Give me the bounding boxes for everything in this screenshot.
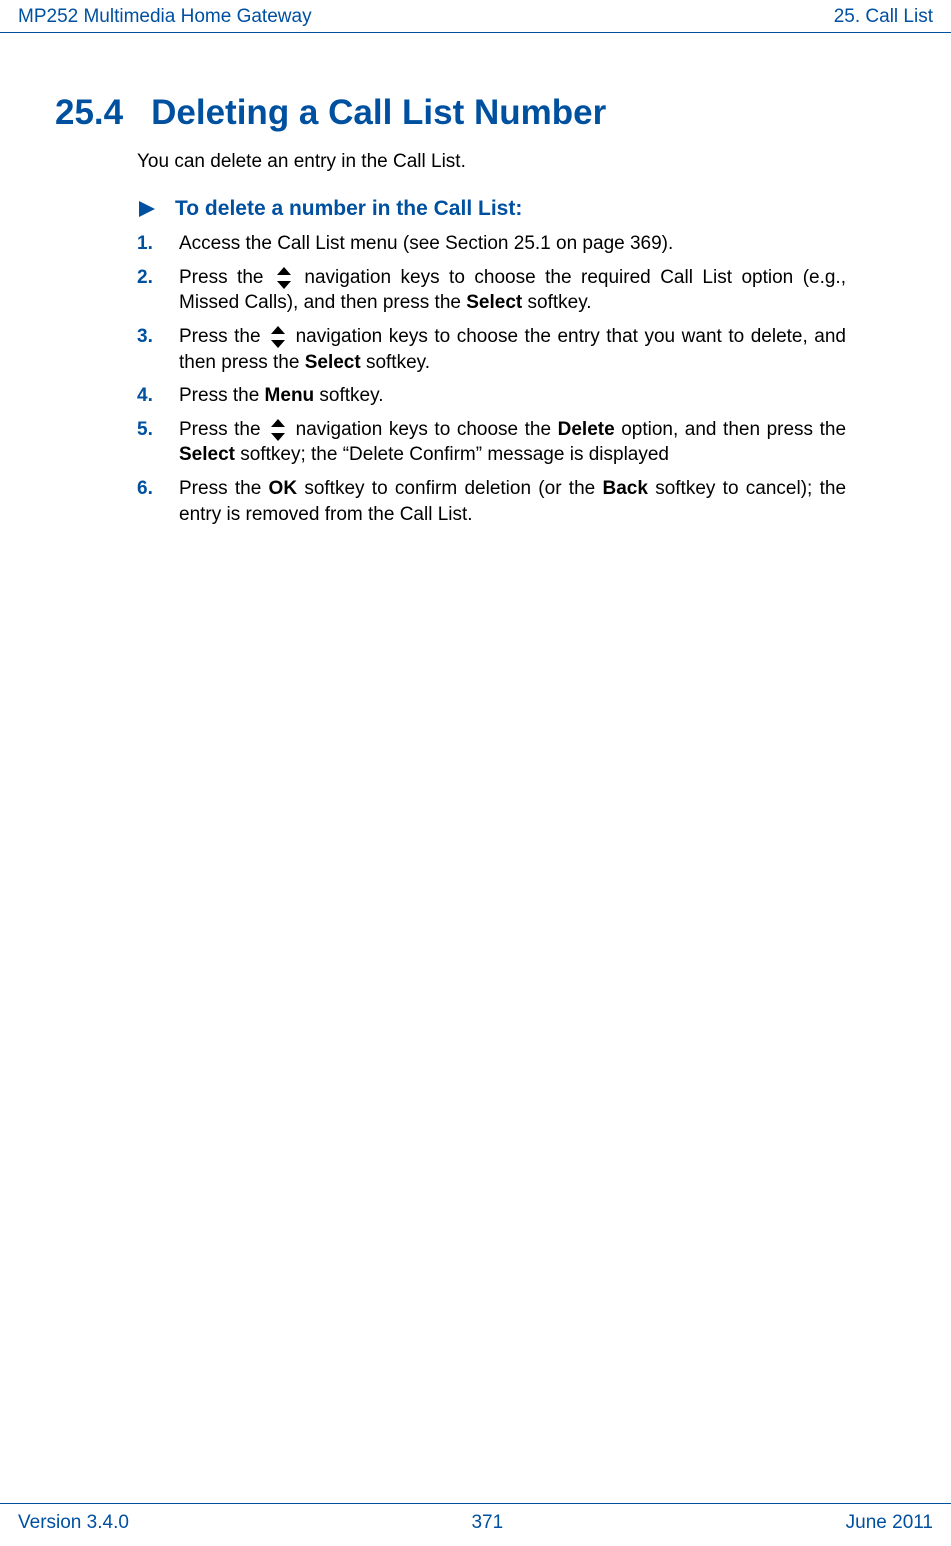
step-body: Press the OK softkey to confirm deletion… (179, 476, 846, 527)
nav-up-down-icon (275, 266, 293, 290)
procedure-heading: To delete a number in the Call List: (137, 197, 901, 221)
step-number: 3. (137, 324, 179, 350)
step-4: 4. Press the Menu softkey. (137, 383, 846, 409)
step-3: 3. Press the navigation keys to choose t… (137, 324, 846, 375)
step-body: Access the Call List menu (see Section 2… (179, 231, 846, 257)
step-6: 6. Press the OK softkey to confirm delet… (137, 476, 846, 527)
header-right: 25. Call List (834, 6, 933, 28)
section-title: Deleting a Call List Number (151, 93, 606, 133)
header-left: MP252 Multimedia Home Gateway (18, 6, 312, 28)
page-header: MP252 Multimedia Home Gateway 25. Call L… (0, 0, 951, 33)
step-body: Press the navigation keys to choose the … (179, 417, 846, 468)
footer-page-number: 371 (471, 1512, 503, 1534)
step-number: 1. (137, 231, 179, 257)
page-footer: Version 3.4.0 371 June 2011 (0, 1503, 951, 1534)
step-body: Press the navigation keys to choose the … (179, 324, 846, 375)
section-heading: 25.4 Deleting a Call List Number (55, 93, 901, 133)
step-1: 1. Access the Call List menu (see Sectio… (137, 231, 846, 257)
procedure-arrow-icon (137, 199, 157, 219)
step-2: 2. Press the navigation keys to choose t… (137, 265, 846, 316)
procedure-heading-text: To delete a number in the Call List: (175, 197, 522, 221)
step-number: 2. (137, 265, 179, 291)
step-number: 4. (137, 383, 179, 409)
footer-date: June 2011 (846, 1512, 933, 1534)
section-number: 25.4 (55, 93, 123, 133)
step-number: 5. (137, 417, 179, 443)
page-content: 25.4 Deleting a Call List Number You can… (0, 33, 951, 527)
intro-text: You can delete an entry in the Call List… (137, 151, 901, 173)
step-body: Press the Menu softkey. (179, 383, 846, 409)
step-body: Press the navigation keys to choose the … (179, 265, 846, 316)
footer-version: Version 3.4.0 (18, 1512, 129, 1534)
nav-up-down-icon (269, 418, 287, 442)
step-5: 5. Press the navigation keys to choose t… (137, 417, 846, 468)
steps-list: 1. Access the Call List menu (see Sectio… (137, 231, 846, 527)
nav-up-down-icon (269, 325, 287, 349)
step-number: 6. (137, 476, 179, 502)
